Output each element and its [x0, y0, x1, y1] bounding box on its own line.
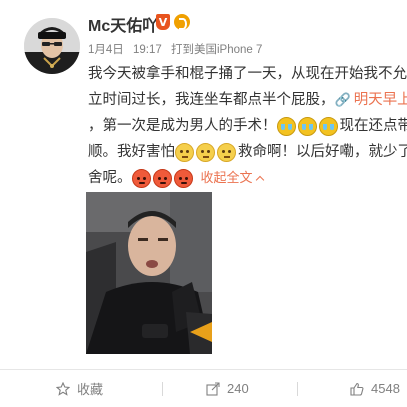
content-line: ，第一次是成为男人的手术！ 现在还点带着: [88, 113, 407, 139]
chevron-up-icon: [255, 175, 264, 184]
post-content: 我今天被拿手和棍子捅了一天，从现在开始我不允许 立时间过长，我连坐车都点半个屁股…: [88, 61, 407, 191]
member-icon[interactable]: [174, 14, 190, 30]
thumbs-up-icon: [350, 382, 364, 396]
collapse-label: 收起全文: [200, 170, 253, 185]
repost-button[interactable]: 240: [206, 370, 249, 407]
worried-emoji-icon: [196, 142, 215, 162]
repost-icon: [206, 381, 220, 396]
post-actions-bar: 收藏 240 4548: [0, 370, 407, 407]
post-source[interactable]: 打到美国iPhone 7: [171, 44, 262, 56]
content-text: 救命啊！以后好嘞，就少了一: [238, 144, 407, 160]
post-date[interactable]: 1月4日: [88, 44, 124, 56]
post-link-text: 明天早上比: [353, 92, 407, 108]
action-separator: [162, 382, 163, 396]
action-separator: [297, 382, 298, 396]
repost-count: 240: [227, 381, 249, 396]
content-text: 顺。我好害怕: [88, 144, 175, 160]
star-icon: [56, 381, 70, 396]
content-text: ，第一次是成为男人的手术！: [88, 118, 277, 134]
user-avatar-icon: [24, 18, 80, 74]
content-line: 立时间过长，我连坐车都点半个屁股， 🔗 明天早上比: [88, 87, 407, 113]
post-link[interactable]: 🔗 明天早上比: [335, 87, 407, 113]
post-time[interactable]: 19:17: [133, 44, 162, 56]
angry-emoji-icon: [131, 168, 151, 188]
post-meta: 1月4日 19:17 打到美国iPhone 7: [88, 41, 268, 57]
like-count: 4548: [371, 381, 400, 396]
crying-emoji-icon: [318, 116, 338, 136]
like-button[interactable]: 4548: [350, 370, 400, 407]
content-line: 顺。我好害怕 救命啊！以后好嘞，就少了一: [88, 139, 407, 165]
weibo-post: Mc天佑吖 V 1月4日 19:17 打到美国iPhone 7 我今天被拿手和棍…: [0, 0, 407, 407]
worried-emoji-icon: [217, 142, 236, 162]
content-text: 现在还点带着: [339, 118, 407, 134]
crying-emoji-icon: [276, 116, 296, 136]
content-line: 舍呢。 收起全文: [88, 165, 407, 191]
content-text: 我今天被拿手和棍子捅了一天，从现在开始我不允许: [88, 66, 407, 82]
favorite-label: 收藏: [77, 382, 104, 397]
angry-emoji-icon: [152, 168, 172, 188]
crying-emoji-icon: [297, 116, 317, 136]
verified-v-icon[interactable]: V: [156, 14, 170, 30]
content-text: 立时间过长，我连坐车都点半个屁股，: [88, 92, 335, 108]
content-line: 我今天被拿手和棍子捅了一天，从现在开始我不允许: [88, 61, 407, 87]
user-badges: V: [156, 13, 190, 31]
worried-emoji-icon: [175, 142, 194, 162]
link-icon: 🔗: [334, 92, 351, 107]
collapse-text-button[interactable]: 收起全文: [200, 165, 264, 191]
avatar[interactable]: [24, 18, 80, 74]
angry-emoji-icon: [173, 168, 193, 188]
username[interactable]: Mc天佑吖: [88, 12, 158, 36]
post-image[interactable]: [86, 192, 212, 354]
selfie-photo: [86, 192, 212, 354]
favorite-button[interactable]: 收藏: [56, 370, 103, 407]
content-text: 舍呢。: [88, 170, 132, 186]
